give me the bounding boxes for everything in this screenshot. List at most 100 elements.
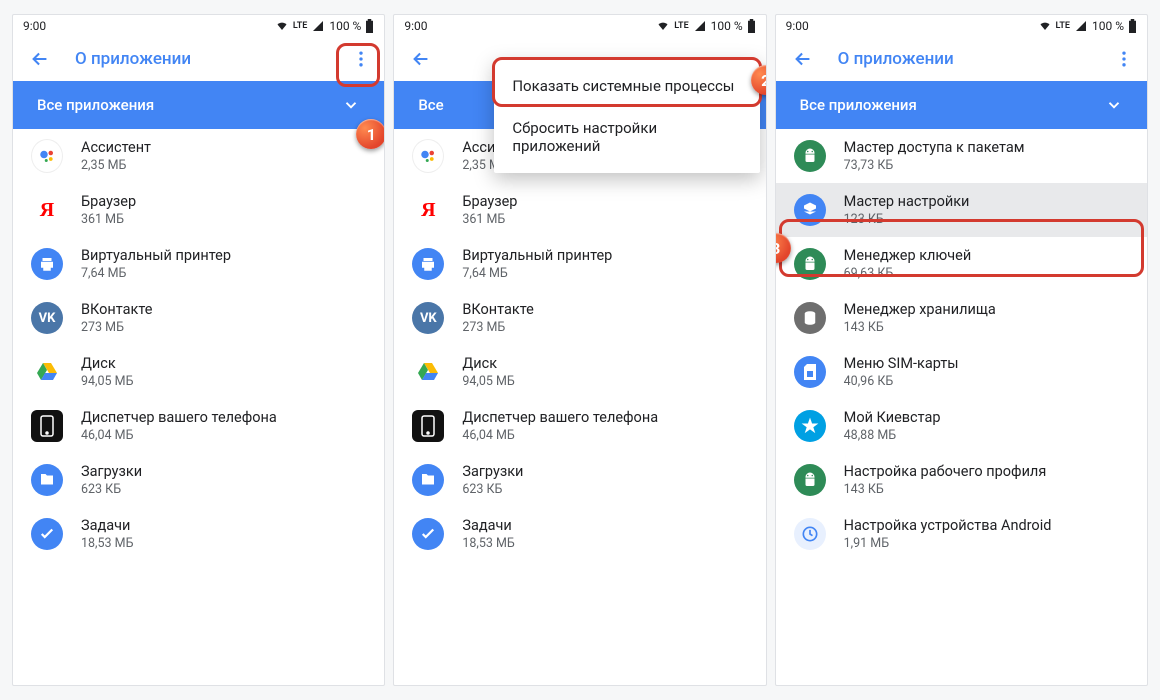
app-name: Виртуальный принтер	[462, 247, 612, 264]
battery-pct: 100 %	[1092, 19, 1124, 33]
app-row[interactable]: Диспетчер вашего телефона 46,04 МБ	[13, 399, 384, 453]
app-name: Загрузки	[462, 463, 523, 480]
app-size: 143 КБ	[844, 482, 1047, 497]
app-size: 40,96 КБ	[844, 374, 959, 389]
app-name: Загрузки	[81, 463, 142, 480]
phone-screenshot-3: 9:00 LTE 100 % О приложении Все приложен…	[775, 14, 1148, 686]
status-bar: 9:00 LTE 100 %	[13, 15, 384, 37]
wifi-icon	[656, 20, 670, 32]
status-bar: 9:00 LTE 100 %	[394, 15, 765, 37]
arrow-left-icon	[29, 48, 51, 70]
app-row[interactable]: Ассистент 2,35 МБ	[13, 129, 384, 183]
app-icon	[31, 248, 63, 280]
app-name: Диспетчер вашего телефона	[462, 409, 658, 426]
app-row[interactable]: Менеджер ключей 69,63 КБ	[776, 237, 1147, 291]
more-vert-icon	[351, 49, 371, 69]
app-row[interactable]: Диск 94,05 МБ	[394, 345, 765, 399]
app-icon	[412, 410, 444, 442]
filter-bar[interactable]: Все приложения	[776, 81, 1147, 129]
overflow-button[interactable]	[1107, 42, 1141, 76]
app-row[interactable]: Менеджер хранилища 143 КБ	[776, 291, 1147, 345]
more-vert-icon	[1114, 49, 1134, 69]
app-icon: VK	[412, 302, 444, 334]
arrow-left-icon	[792, 48, 814, 70]
app-size: 46,04 МБ	[81, 428, 277, 443]
app-row[interactable]: Виртуальный принтер 7,64 МБ	[394, 237, 765, 291]
app-row[interactable]: Мастер доступа к пакетам 73,73 КБ	[776, 129, 1147, 183]
app-name: Мастер доступа к пакетам	[844, 139, 1025, 156]
app-name: Меню SIM-карты	[844, 355, 959, 372]
signal-icon	[693, 20, 707, 32]
chevron-down-icon	[342, 96, 360, 114]
app-size: 48,88 МБ	[844, 428, 941, 443]
back-button[interactable]	[404, 42, 438, 76]
app-name: Мой Киевстар	[844, 409, 941, 426]
app-row[interactable]: VK ВКонтакте 273 МБ	[13, 291, 384, 345]
step-badge-1: 1	[356, 119, 385, 149]
battery-pct: 100 %	[329, 19, 361, 33]
app-name: Браузер	[81, 193, 136, 210]
app-icon: VK	[31, 302, 63, 334]
app-size: 94,05 МБ	[462, 374, 514, 389]
app-size: 1,91 МБ	[844, 536, 1052, 551]
app-size: 123 КБ	[844, 212, 970, 227]
app-row[interactable]: Виртуальный принтер 7,64 МБ	[13, 237, 384, 291]
app-size: 623 КБ	[81, 482, 142, 497]
app-icon	[412, 140, 444, 172]
app-name: Мастер настройки	[844, 193, 970, 210]
app-bar: О приложении	[13, 37, 384, 81]
app-icon	[794, 248, 826, 280]
app-size: 94,05 МБ	[81, 374, 133, 389]
app-name: ВКонтакте	[462, 301, 533, 318]
app-name: Задачи	[462, 517, 514, 534]
battery-icon	[365, 19, 374, 33]
app-name: Настройка устройства Android	[844, 517, 1052, 534]
app-row[interactable]: Загрузки 623 КБ	[394, 453, 765, 507]
app-row[interactable]: Я Браузер 361 МБ	[394, 183, 765, 237]
app-row[interactable]: Мой Киевстар 48,88 МБ	[776, 399, 1147, 453]
app-row[interactable]: Настройка устройства Android 1,91 МБ	[776, 507, 1147, 561]
status-time: 9:00	[23, 19, 46, 33]
app-icon	[794, 518, 826, 550]
wifi-icon	[1038, 20, 1052, 32]
arrow-left-icon	[410, 48, 432, 70]
app-row[interactable]: Мастер настройки 123 КБ	[776, 183, 1147, 237]
app-size: 361 МБ	[462, 212, 517, 227]
app-row[interactable]: Загрузки 623 КБ	[13, 453, 384, 507]
app-name: Диск	[81, 355, 133, 372]
app-name: Менеджер хранилища	[844, 301, 996, 318]
phone-screenshot-2: 9:00 LTE 100 % Все Ассистент 2,35 МБ	[393, 14, 766, 686]
app-row[interactable]: Диспетчер вашего телефона 46,04 МБ	[394, 399, 765, 453]
battery-pct: 100 %	[711, 19, 743, 33]
signal-icon	[1074, 20, 1088, 32]
app-icon	[31, 410, 63, 442]
filter-bar[interactable]: Все приложения	[13, 81, 384, 129]
app-row[interactable]: Я Браузер 361 МБ	[13, 183, 384, 237]
app-size: 273 МБ	[81, 320, 152, 335]
app-row[interactable]: Диск 94,05 МБ	[13, 345, 384, 399]
app-size: 273 МБ	[462, 320, 533, 335]
back-button[interactable]	[786, 42, 820, 76]
battery-icon	[1128, 19, 1137, 33]
wifi-icon	[275, 20, 289, 32]
back-button[interactable]	[23, 42, 57, 76]
app-row[interactable]: VK ВКонтакте 273 МБ	[394, 291, 765, 345]
status-time: 9:00	[404, 19, 427, 33]
app-size: 46,04 МБ	[462, 428, 658, 443]
app-name: Ассистент	[81, 139, 151, 156]
app-size: 7,64 МБ	[462, 266, 612, 281]
app-list: Ассистент 2,35 МБ Я Браузер 361 МБ Вирту…	[13, 129, 384, 685]
battery-icon	[747, 19, 756, 33]
menu-reset-prefs[interactable]: Сбросить настройки приложений	[494, 107, 759, 167]
app-name: Диспетчер вашего телефона	[81, 409, 277, 426]
app-name: Виртуальный принтер	[81, 247, 231, 264]
overflow-menu: Показать системные процессы Сбросить нас…	[494, 59, 759, 173]
app-row[interactable]: Меню SIM-карты 40,96 КБ	[776, 345, 1147, 399]
overflow-button[interactable]	[344, 42, 378, 76]
menu-show-system[interactable]: Показать системные процессы	[494, 65, 759, 107]
app-row[interactable]: Задачи 18,53 МБ	[394, 507, 765, 561]
app-size: 73,73 КБ	[844, 158, 1025, 173]
app-icon	[794, 194, 826, 226]
app-row[interactable]: Задачи 18,53 МБ	[13, 507, 384, 561]
app-row[interactable]: Настройка рабочего профиля 143 КБ	[776, 453, 1147, 507]
